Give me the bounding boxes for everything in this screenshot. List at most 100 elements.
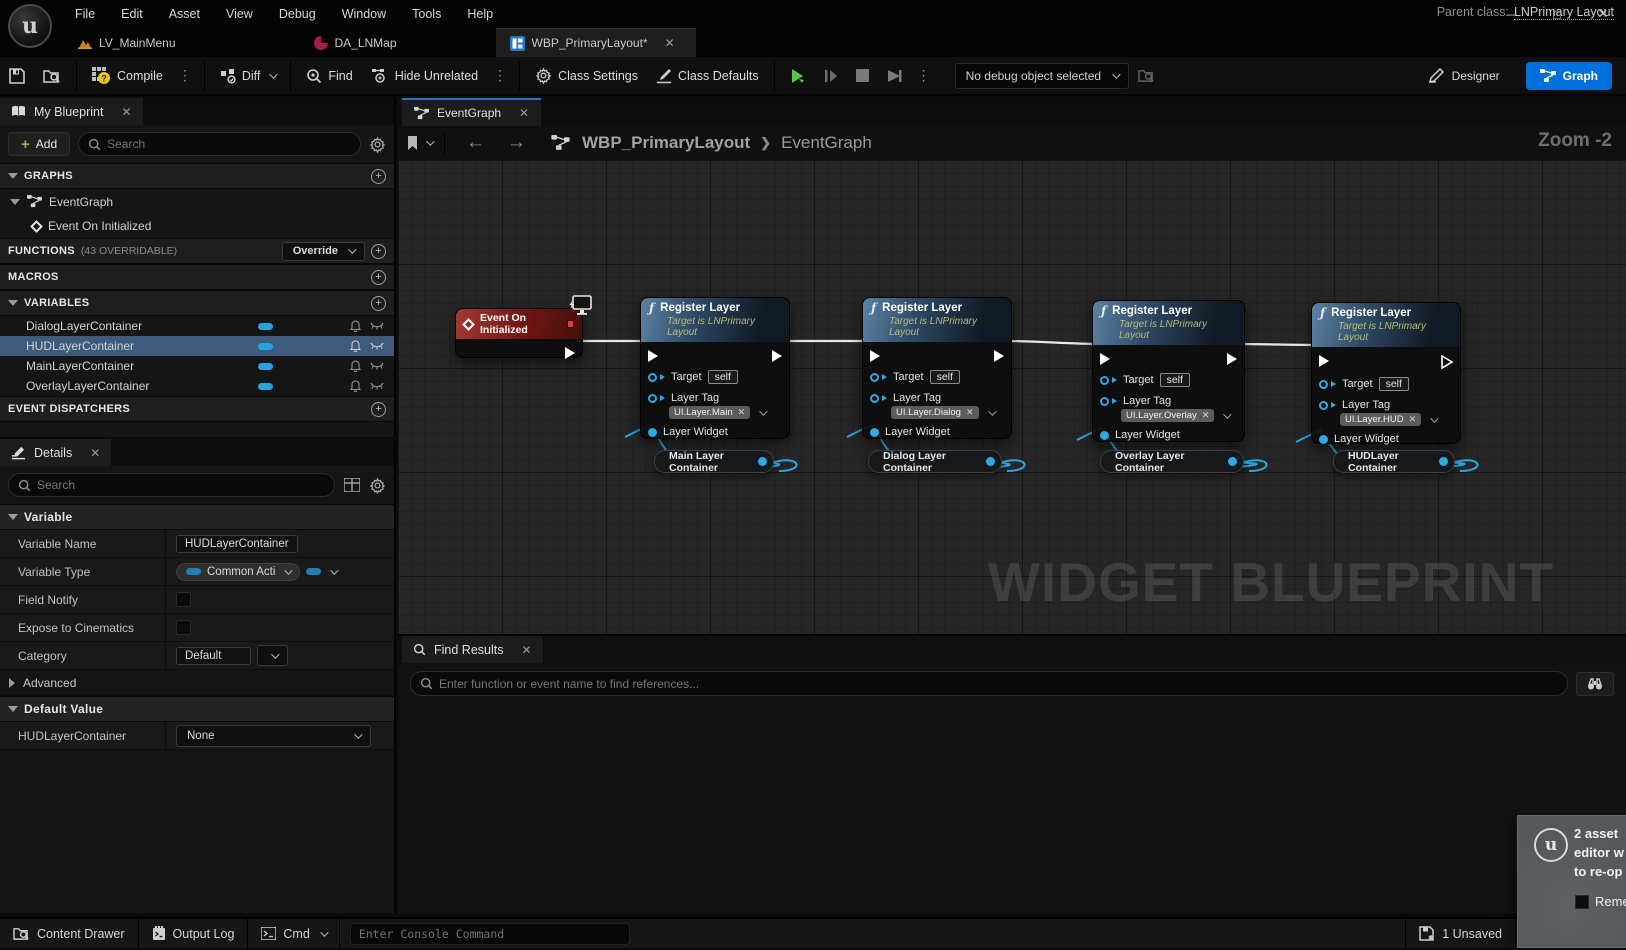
exec-in-pin[interactable]	[648, 350, 658, 362]
advanced-expander[interactable]: Advanced	[0, 670, 394, 696]
hide-unrelated-button[interactable]: Hide Unrelated	[362, 60, 487, 92]
add-dispatcher-icon[interactable]: +	[371, 401, 386, 417]
eye-closed-icon[interactable]	[370, 322, 384, 330]
my-blueprint-close-icon[interactable]: ✕	[121, 105, 131, 119]
content-drawer-button[interactable]: Content Drawer	[0, 918, 139, 949]
tag-chevron-icon[interactable]	[759, 406, 768, 416]
menu-asset[interactable]: Asset	[156, 0, 213, 28]
default-value-dropdown[interactable]: None	[176, 724, 371, 747]
variable-type-pill[interactable]	[258, 382, 273, 390]
eventgraph-doc-close-icon[interactable]: ✕	[519, 106, 529, 120]
register-layer-node-hud[interactable]: ƒ Register Layer Target is LNPrimary Layo…	[1311, 302, 1461, 445]
parent-class-link[interactable]: LNPrimary Layout	[1513, 5, 1614, 20]
override-dropdown[interactable]: Override	[281, 241, 365, 261]
find-references-search[interactable]	[410, 671, 1568, 696]
variable-type-dropdown[interactable]: Common Acti	[176, 562, 301, 581]
category-dropdown[interactable]	[257, 645, 288, 666]
target-self-field[interactable]: self	[1159, 373, 1190, 387]
details-search-input[interactable]	[37, 478, 325, 492]
variable-type-pill[interactable]	[258, 322, 273, 330]
variable-row-overlay[interactable]: OverlayLayerContainer	[0, 376, 394, 396]
details-close-icon[interactable]: ✕	[90, 446, 100, 460]
exec-out-pin[interactable]	[1227, 353, 1237, 365]
menu-window[interactable]: Window	[329, 0, 399, 28]
stop-button[interactable]	[847, 60, 878, 92]
exec-out-pin[interactable]	[994, 350, 1004, 362]
getter-out-pin-icon[interactable]	[1439, 457, 1448, 466]
details-tab[interactable]: Details ✕	[0, 439, 112, 466]
menu-tools[interactable]: Tools	[399, 0, 454, 28]
frame-skip-button[interactable]	[815, 60, 847, 92]
target-self-field[interactable]: self	[707, 370, 738, 384]
bell-icon[interactable]	[350, 360, 361, 372]
details-search[interactable]	[8, 473, 335, 497]
layer-tag-chip[interactable]: UI.Layer.HUD ✕	[1340, 413, 1422, 426]
breadcrumb-root[interactable]: WBP_PrimaryLayout	[582, 133, 750, 153]
default-value-section-header[interactable]: Default Value	[0, 696, 394, 722]
tag-remove-icon[interactable]: ✕	[738, 407, 746, 418]
target-self-field[interactable]: self	[929, 370, 960, 384]
macros-section-header[interactable]: MACROS +	[0, 264, 394, 290]
tag-remove-icon[interactable]: ✕	[1409, 414, 1417, 425]
category-input[interactable]: Default	[176, 646, 251, 665]
console-command-input[interactable]	[349, 922, 630, 945]
cmd-dropdown[interactable]: Cmd	[248, 918, 340, 949]
variable-name-input[interactable]: HUDLayerContainer	[176, 534, 298, 553]
target-pin-icon[interactable]	[1100, 375, 1109, 385]
graph-button[interactable]: Graph	[1525, 61, 1612, 90]
add-function-icon[interactable]: +	[371, 243, 386, 259]
graphs-section-header[interactable]: GRAPHS +	[0, 163, 394, 189]
exec-out-pin[interactable]	[772, 350, 782, 362]
functions-section-header[interactable]: FUNCTIONS (43 OVERRIDABLE) Override +	[0, 238, 394, 264]
graph-canvas[interactable]: Event On Initialized ƒ Register Layer Tar…	[398, 160, 1626, 634]
details-settings-gear-icon[interactable]	[369, 477, 386, 494]
find-options-kebab-icon[interactable]: ⋮	[487, 67, 513, 84]
asset-tab-widget-active[interactable]: WBP_PrimaryLayout* ✕	[495, 28, 696, 57]
compile-options-kebab-icon[interactable]: ⋮	[172, 67, 198, 84]
getter-main-layer-container[interactable]: Main Layer Container	[654, 450, 774, 474]
find-references-input[interactable]	[439, 676, 1558, 691]
eye-closed-icon[interactable]	[370, 362, 384, 370]
getter-out-pin-icon[interactable]	[986, 457, 995, 466]
getter-hud-layer-container[interactable]: HUDLayer Container	[1333, 450, 1455, 474]
output-log-button[interactable]: Output Log	[139, 918, 249, 949]
layer-tag-pin-icon[interactable]	[648, 393, 657, 403]
debug-browse-button[interactable]	[1129, 60, 1164, 92]
play-options-kebab-icon[interactable]: ⋮	[911, 67, 937, 84]
bookmark-chevron-icon[interactable]	[426, 137, 435, 146]
debug-object-dropdown[interactable]: No debug object selected	[954, 62, 1130, 89]
layer-widget-pin-icon[interactable]	[1100, 430, 1109, 440]
menu-file[interactable]: File	[62, 0, 108, 28]
variable-row-main[interactable]: MainLayerContainer	[0, 356, 394, 376]
variable-row-hud-selected[interactable]: HUDLayerContainer	[0, 336, 394, 356]
tag-chevron-icon[interactable]	[1430, 413, 1439, 423]
menu-debug[interactable]: Debug	[266, 0, 329, 28]
layer-tag-chip[interactable]: UI.Layer.Dialog ✕	[891, 406, 979, 419]
exec-out-pin-unconnected[interactable]	[1441, 355, 1453, 369]
exec-in-pin[interactable]	[870, 350, 880, 362]
class-settings-button[interactable]: Class Settings	[526, 60, 647, 92]
tag-remove-icon[interactable]: ✕	[966, 407, 974, 418]
layer-tag-pin-icon[interactable]	[1100, 396, 1109, 406]
target-pin-icon[interactable]	[648, 372, 657, 382]
asset-tab-data[interactable]: DA_LNMap	[300, 28, 411, 57]
find-results-close-icon[interactable]: ✕	[521, 643, 531, 657]
add-macro-icon[interactable]: +	[371, 269, 386, 285]
eye-closed-icon[interactable]	[370, 382, 384, 390]
variable-type-pill[interactable]	[258, 362, 273, 370]
asset-tab-level[interactable]: LV_MainMenu	[64, 28, 190, 57]
eye-closed-icon[interactable]	[370, 342, 384, 350]
my-blueprint-search[interactable]	[78, 132, 361, 156]
register-layer-node-main[interactable]: ƒ Register Layer Target is LNPrimary Layo…	[640, 297, 790, 439]
breadcrumb-leaf[interactable]: EventGraph	[781, 133, 872, 153]
variables-section-header[interactable]: VARIABLES +	[0, 290, 394, 316]
variable-type-pill[interactable]	[258, 342, 273, 350]
designer-button[interactable]: Designer	[1418, 68, 1510, 83]
event-on-initialized-item[interactable]: Event On Initialized	[0, 214, 394, 238]
exec-in-pin[interactable]	[1319, 355, 1329, 367]
menu-view[interactable]: View	[213, 0, 266, 28]
target-pin-icon[interactable]	[870, 372, 879, 382]
variable-row-dialog[interactable]: DialogLayerContainer	[0, 316, 394, 336]
find-button[interactable]: Find	[297, 60, 361, 92]
bell-icon[interactable]	[350, 380, 361, 392]
